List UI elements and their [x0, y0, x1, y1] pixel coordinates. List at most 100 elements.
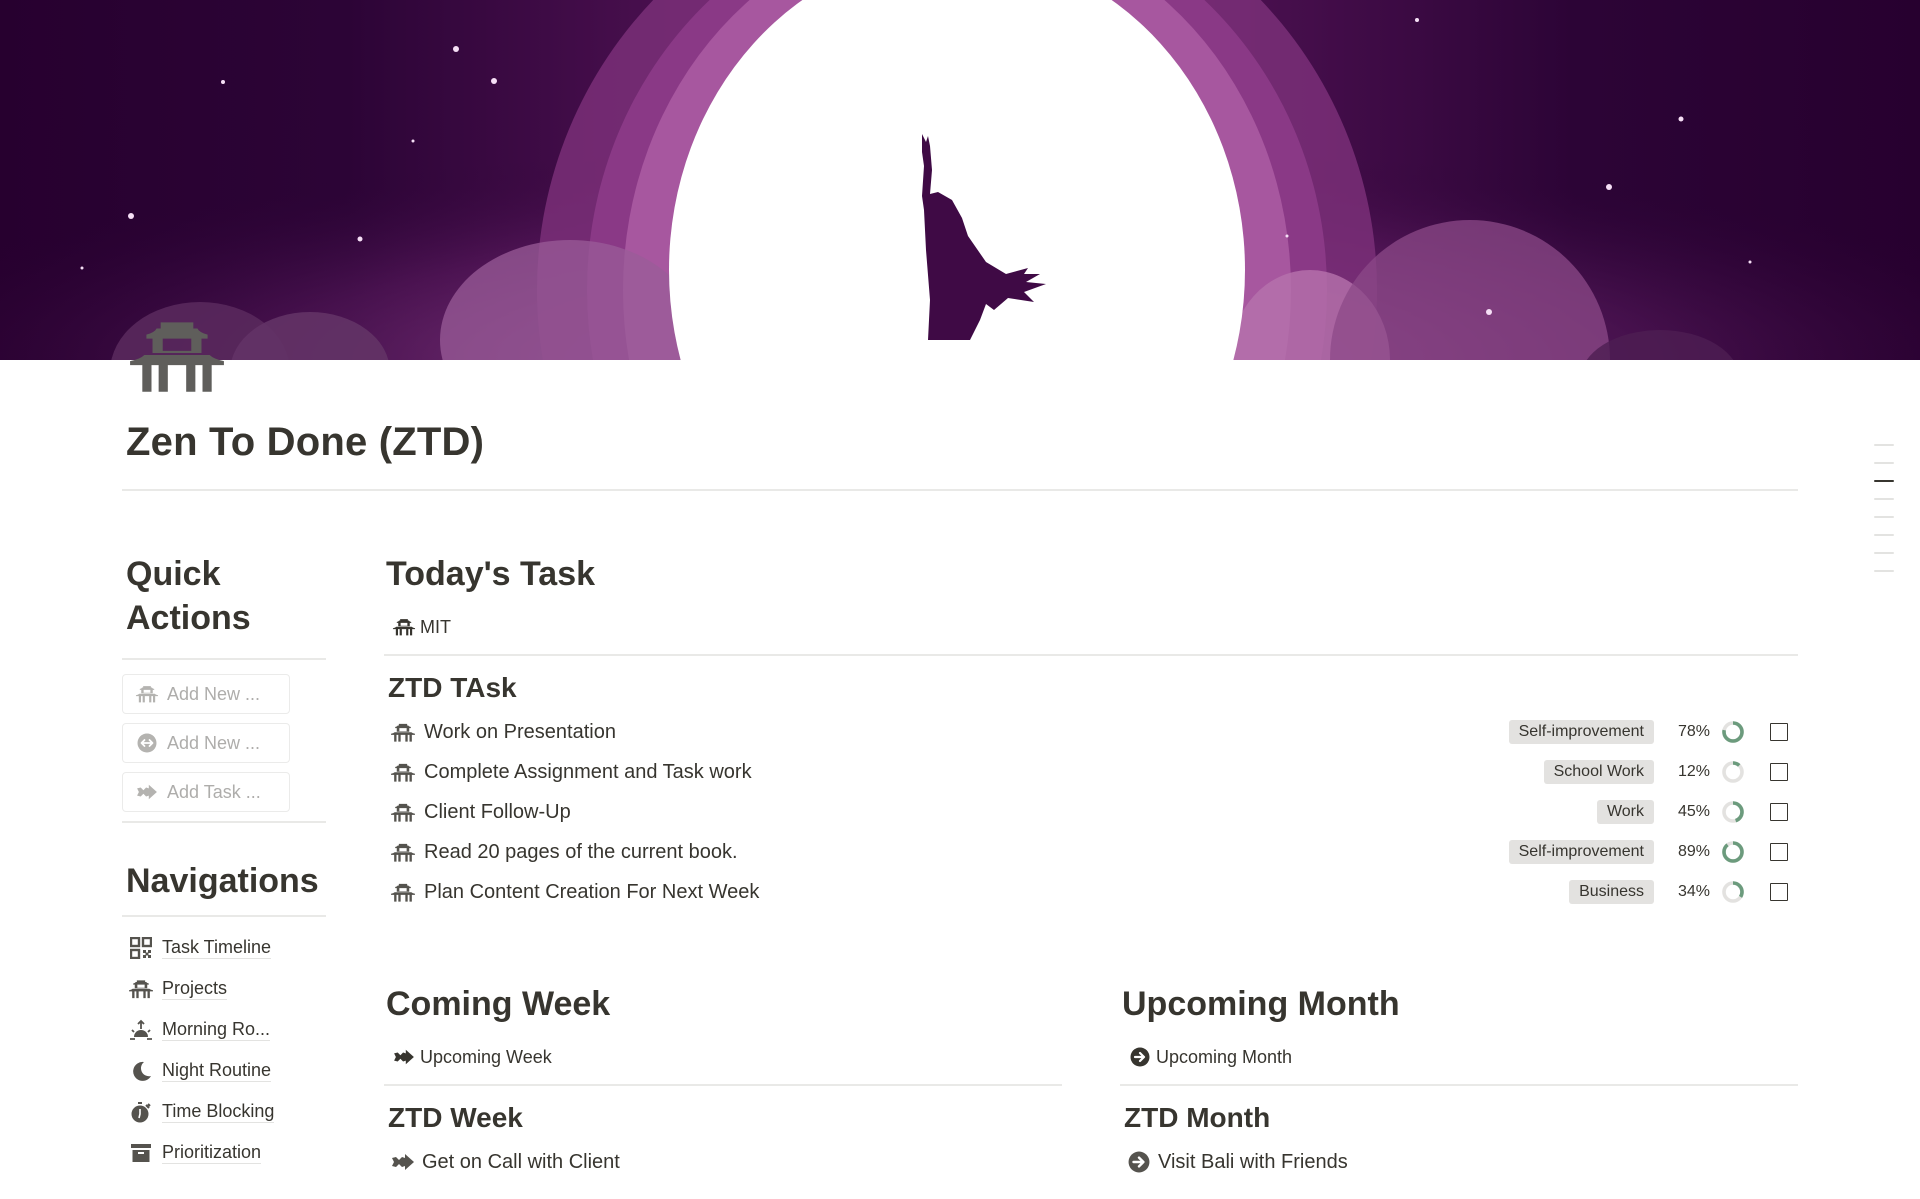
done-checkbox[interactable] [1770, 883, 1788, 901]
task-list: Work on Presentation Self-improvement 78% C… [384, 712, 1798, 912]
pagoda-gate-icon [390, 721, 416, 743]
view-tab-upcoming-month[interactable]: Upcoming Month [1120, 1042, 1798, 1072]
pagoda-gate-icon [392, 617, 416, 637]
nav-item-time-blocking[interactable]: Time Blocking [122, 1091, 326, 1132]
nav-item-prioritization[interactable]: Prioritization [122, 1132, 326, 1173]
category-tag: Self-improvement [1508, 840, 1654, 864]
nav-item-label: Time Blocking [162, 1101, 275, 1123]
database-title-ztd-month[interactable]: ZTD Month [1120, 1100, 1798, 1136]
toc-entry[interactable] [1874, 516, 1894, 518]
nav-item-projects[interactable]: Projects [122, 968, 326, 1009]
task-row[interactable]: Client Follow-Up Work 45% [384, 792, 1798, 832]
category-tag: School Work [1543, 760, 1654, 784]
toc-entry[interactable] [1874, 480, 1894, 482]
done-checkbox[interactable] [1770, 803, 1788, 821]
button-label: Add Task ... [167, 781, 261, 802]
database-title-ztd-week[interactable]: ZTD Week [384, 1100, 1062, 1136]
nav-item-label: Night Routine [162, 1060, 272, 1082]
progress-ring [1722, 721, 1744, 743]
task-properties: Self-improvement 78% [1508, 719, 1788, 745]
divider [122, 821, 326, 823]
nav-item-task-timeline[interactable]: Task Timeline [122, 927, 326, 968]
sidebar-column: Quick Actions Add New ... Add New ... Ad… [122, 552, 326, 1173]
task-row[interactable]: Work on Presentation Self-improvement 78% [384, 712, 1798, 752]
progress-percent: 78% [1677, 723, 1710, 740]
arrow-right-icon [390, 1151, 416, 1173]
table-of-contents[interactable] [1874, 444, 1896, 588]
pagoda-gate-icon [128, 977, 154, 1001]
week-month-columns: Coming Week Upcoming Week ZTD Week Get o… [384, 982, 1798, 1182]
task-properties: Self-improvement 89% [1508, 839, 1788, 865]
task-row[interactable]: Plan Content Creation For Next Week Busin… [384, 872, 1798, 912]
nav-item-label: Projects [162, 978, 228, 1000]
nav-item-label: Prioritization [162, 1142, 262, 1164]
month-item[interactable]: Visit Bali with Friends [1120, 1142, 1798, 1182]
quick-actions-heading-line2: Actions [126, 599, 251, 637]
nav-item-label: Morning Ro... [162, 1019, 271, 1041]
circle-arrow-right-icon [1128, 1047, 1152, 1067]
view-tab-mit[interactable]: MIT [384, 612, 1798, 642]
add-new-project-button[interactable]: Add New ... [122, 674, 290, 714]
progress-ring [1722, 801, 1744, 823]
coming-week-heading: Coming Week [386, 985, 611, 1023]
task-properties: School Work 12% [1543, 759, 1788, 785]
add-new-month-item-button[interactable]: Add New ... [122, 723, 290, 763]
button-label: Add New ... [167, 683, 261, 704]
divider [1120, 1084, 1798, 1086]
nav-item-label: Task Timeline [162, 937, 272, 959]
quick-actions-heading: Quick Actions [122, 552, 326, 640]
view-tab-label: Upcoming Week [420, 1046, 552, 1067]
upcoming-month-heading: Upcoming Month [1122, 985, 1400, 1023]
toc-entry[interactable] [1874, 444, 1894, 446]
qr-grid-icon [128, 936, 154, 960]
toc-entry[interactable] [1874, 498, 1894, 500]
task-row[interactable]: Complete Assignment and Task work School … [384, 752, 1798, 792]
moon-icon [128, 1059, 154, 1083]
toc-entry[interactable] [1874, 534, 1894, 536]
toc-entry[interactable] [1874, 552, 1894, 554]
arrow-right-icon [392, 1047, 416, 1067]
page-title[interactable]: Zen To Done (ZTD) [126, 420, 484, 465]
toc-entry[interactable] [1874, 570, 1894, 572]
add-task-button[interactable]: Add Task ... [122, 772, 290, 812]
nav-item-morning-routine[interactable]: Morning Ro... [122, 1009, 326, 1050]
database-title-ztd-task[interactable]: ZTD TAsk [384, 670, 1798, 706]
week-item-name: Get on Call with Client [422, 1150, 620, 1173]
pagoda-gate-icon [390, 801, 416, 823]
button-label: Add New ... [167, 732, 261, 753]
progress-percent: 34% [1677, 883, 1710, 900]
done-checkbox[interactable] [1770, 723, 1788, 741]
pagoda-gate-icon [390, 841, 416, 863]
task-properties: Work 45% [1596, 799, 1788, 825]
pagoda-gate-icon [135, 684, 159, 704]
nav-item-night-routine[interactable]: Night Routine [122, 1050, 326, 1091]
view-tab-upcoming-week[interactable]: Upcoming Week [384, 1042, 1062, 1072]
progress-percent: 12% [1677, 763, 1710, 780]
task-name: Client Follow-Up [424, 800, 571, 823]
page-icon-pagoda-gate[interactable] [126, 320, 228, 392]
progress-percent: 45% [1677, 803, 1710, 820]
quick-actions-heading-line1: Quick [126, 555, 221, 593]
task-name: Work on Presentation [424, 720, 616, 743]
done-checkbox[interactable] [1770, 763, 1788, 781]
category-tag: Self-improvement [1508, 720, 1654, 744]
stopwatch-icon [128, 1100, 154, 1124]
coming-week-column: Coming Week Upcoming Week ZTD Week Get o… [384, 982, 1062, 1182]
category-tag: Work [1596, 800, 1654, 824]
circle-arrow-right-icon [1126, 1151, 1152, 1173]
task-name: Read 20 pages of the current book. [424, 840, 738, 863]
divider [384, 654, 1798, 656]
task-row[interactable]: Read 20 pages of the current book. Self-i… [384, 832, 1798, 872]
week-item[interactable]: Get on Call with Client [384, 1142, 1062, 1182]
progress-percent: 89% [1677, 843, 1710, 860]
toc-entry[interactable] [1874, 462, 1894, 464]
title-divider [122, 489, 1798, 491]
task-name: Plan Content Creation For Next Week [424, 880, 760, 903]
done-checkbox[interactable] [1770, 843, 1788, 861]
progress-ring [1722, 841, 1744, 863]
divider [122, 658, 326, 660]
main-content: Today's Task MIT ZTD TAsk Work on Presen… [384, 552, 1798, 1182]
circle-double-arrow-icon [135, 733, 159, 753]
view-tab-label: Upcoming Month [1156, 1046, 1293, 1067]
navigations-heading: Navigations [126, 862, 319, 900]
